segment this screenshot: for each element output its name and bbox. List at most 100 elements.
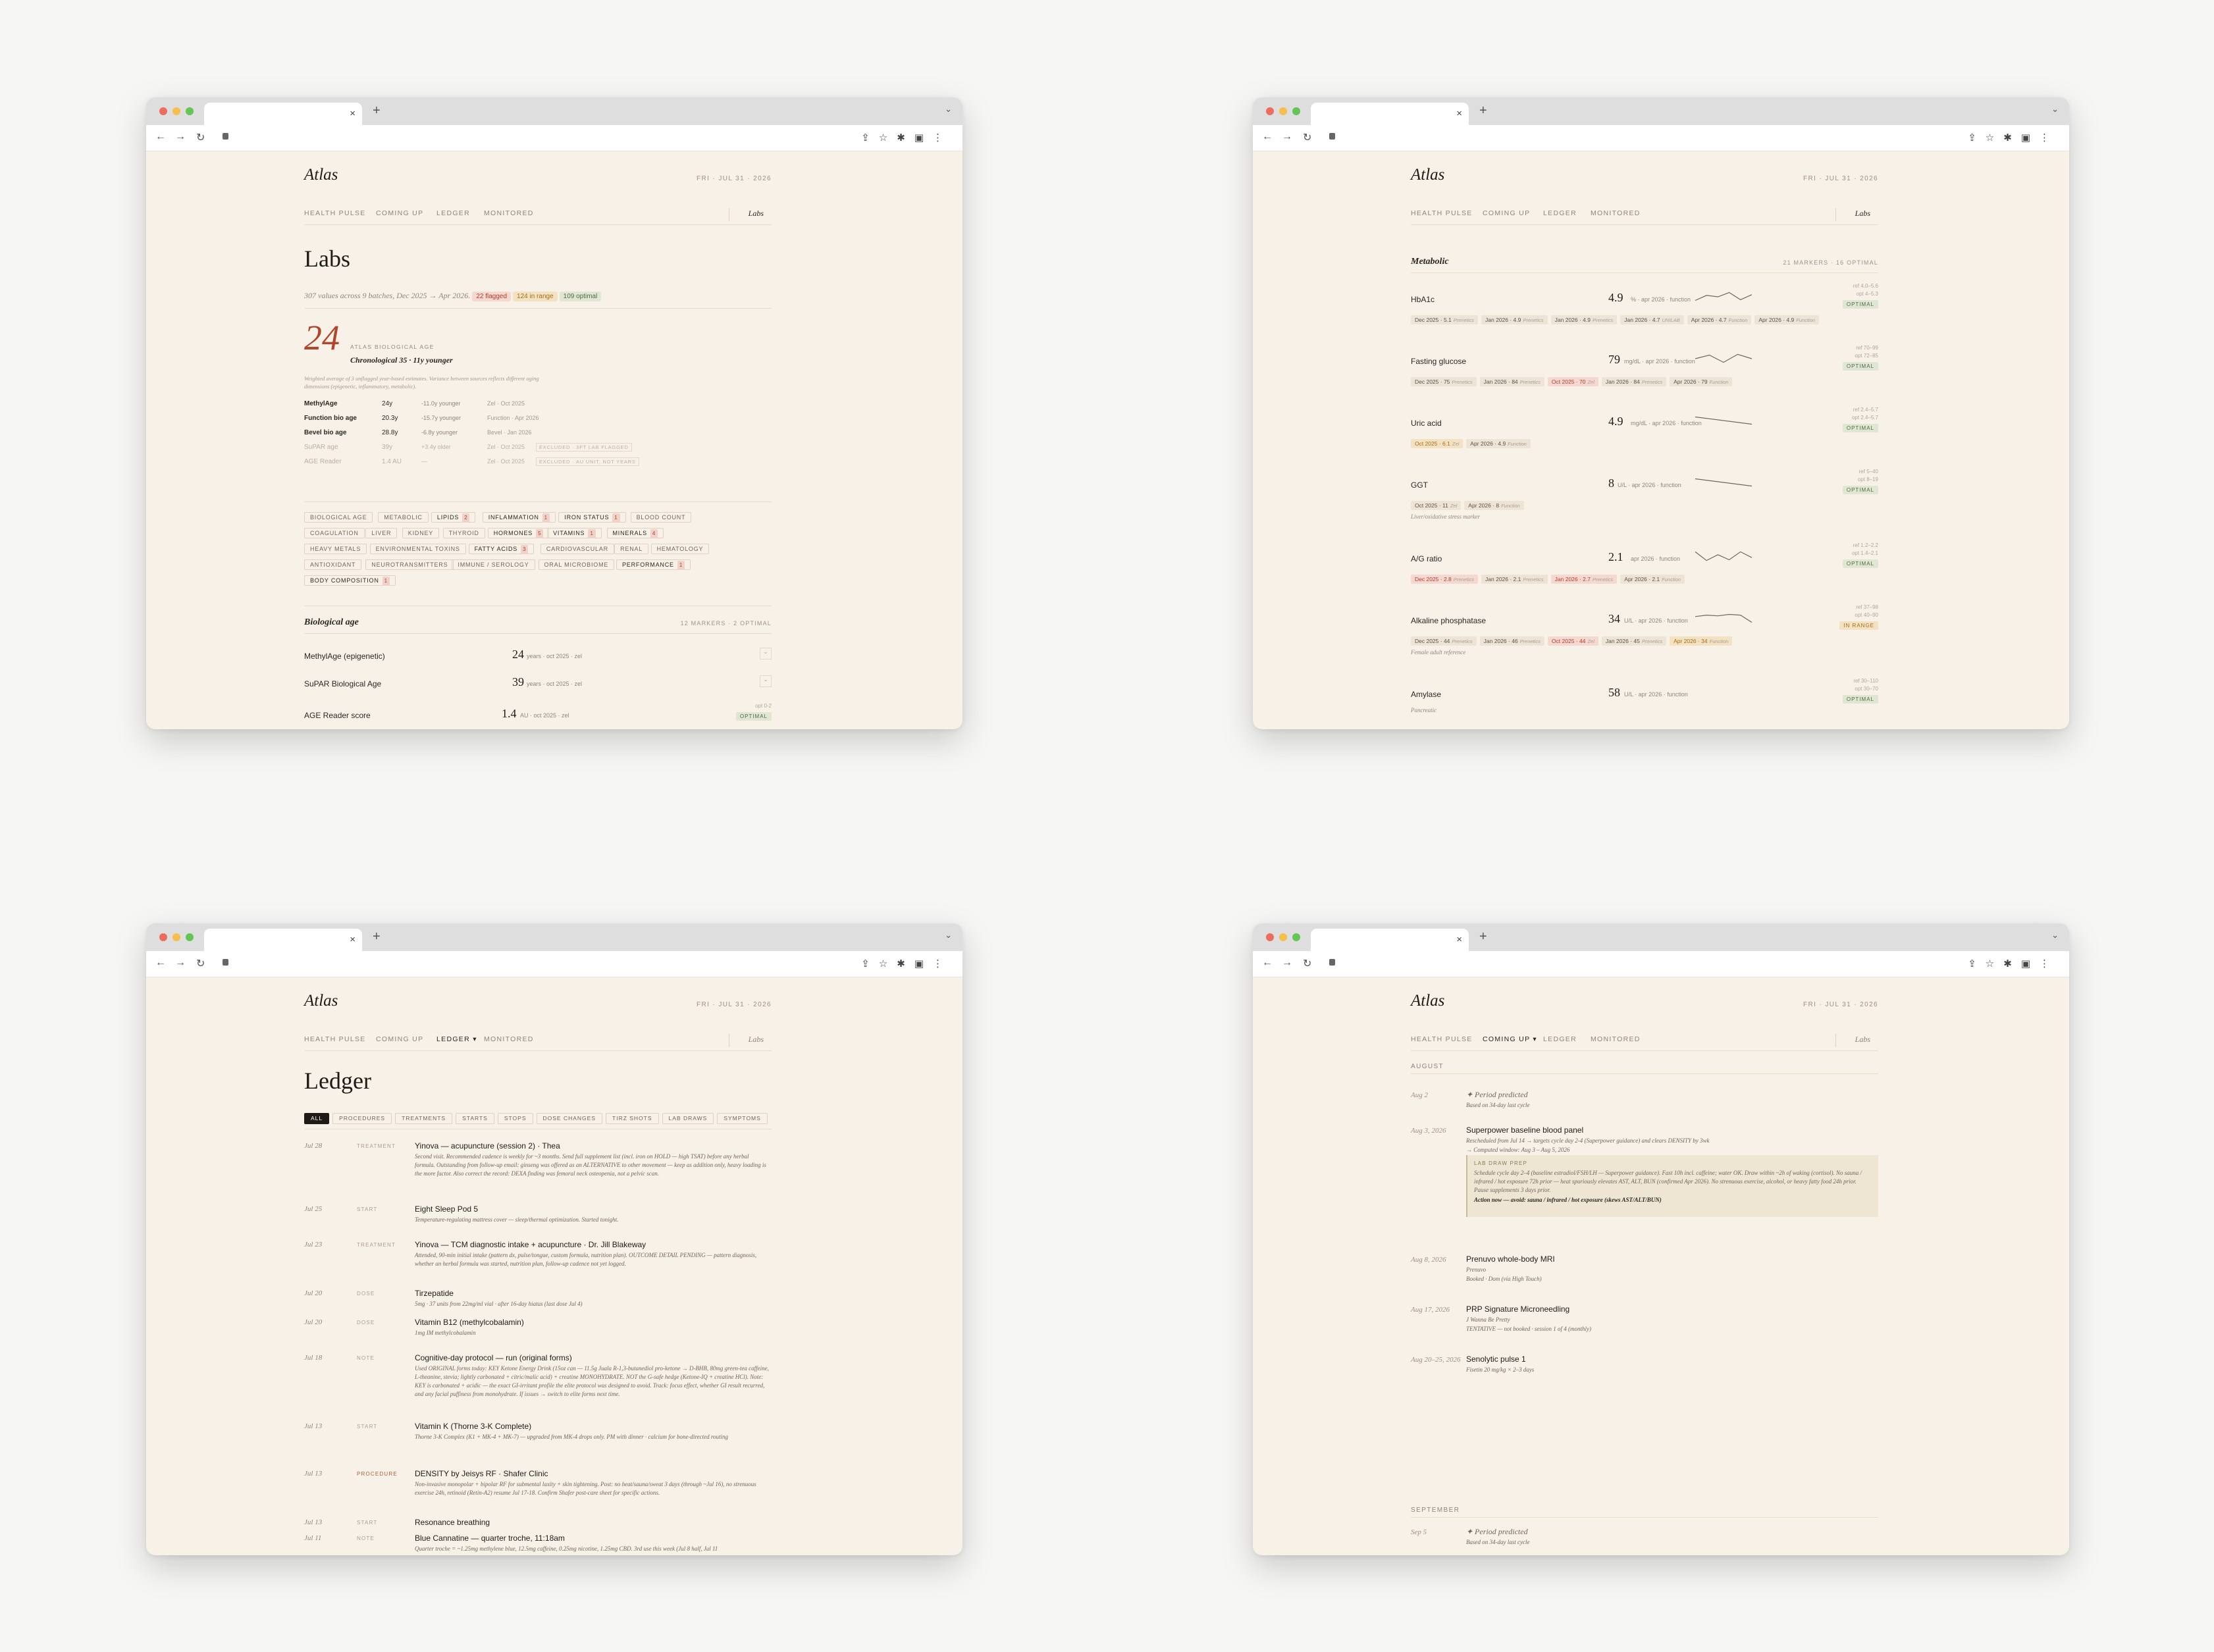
category-chip[interactable]: PERFORMANCE 1	[616, 559, 691, 570]
extension-icons[interactable]: ⇪☆✱▣⋮	[861, 958, 952, 969]
category-chip[interactable]: LIVER	[365, 528, 398, 538]
app-logo[interactable]: Atlas	[1411, 166, 1444, 184]
history-chip[interactable]: Jan 2026 · 45 Prenetics	[1601, 636, 1667, 646]
reload-icon[interactable]: ↻	[1303, 131, 1311, 144]
nav-ledger-active[interactable]: LEDGER ▾	[436, 1035, 477, 1043]
filter-dose-changes[interactable]: DOSE CHANGES	[536, 1113, 603, 1124]
nav-coming-up[interactable]: COMING UP	[1483, 209, 1530, 217]
history-chip[interactable]: Dec 2025 · 5.1 Prenetics	[1411, 315, 1479, 324]
category-chip[interactable]: INFLAMMATION 1	[482, 512, 556, 523]
history-chip[interactable]: Apr 2026 · 34 Function	[1670, 636, 1733, 646]
marker-row[interactable]: AGE Reader score 1.4 AU · oct 2025 · zel op…	[304, 703, 772, 725]
category-chip[interactable]: ANTIOXIDANT	[304, 559, 362, 570]
close-tab-icon[interactable]: ×	[350, 934, 356, 945]
close-tab-icon[interactable]: ×	[1456, 108, 1462, 119]
nav-monitored[interactable]: MONITORED	[1591, 1035, 1641, 1043]
app-logo[interactable]: Atlas	[304, 166, 338, 184]
browser-tab[interactable]: ×	[204, 103, 362, 125]
optimal-badge[interactable]: 109 optimal	[559, 292, 602, 301]
history-chip[interactable]: Oct 2025 · 6.1 Zel	[1411, 439, 1463, 448]
nav-labs[interactable]: Labs	[1855, 1035, 1870, 1045]
forward-icon[interactable]: →	[1282, 957, 1292, 969]
marker-row[interactable]: HbA1c 4.9 % · apr 2026 · function ref 4.0–5…	[1411, 283, 1878, 341]
marker-row[interactable]: MethylAge (epigenetic) 24 years · oct 2025…	[304, 646, 772, 666]
tab-menu-icon[interactable]: ⌄	[2051, 104, 2059, 115]
browser-tab[interactable]: ×	[204, 929, 362, 951]
nav-coming-up[interactable]: COMING UP	[376, 209, 423, 217]
filter-lab-draws[interactable]: LAB DRAWS	[662, 1113, 714, 1124]
minimize-window-button[interactable]	[172, 107, 180, 115]
history-chip[interactable]: Apr 2026 · 79 Function	[1670, 377, 1733, 386]
close-window-button[interactable]	[159, 933, 167, 941]
nav-ledger[interactable]: LEDGER	[1543, 1035, 1577, 1043]
history-chip[interactable]: Jan 2026 · 4.9 Prenetics	[1481, 315, 1548, 324]
nav-health-pulse[interactable]: HEALTH PULSE	[1411, 209, 1473, 217]
history-chip[interactable]: Jan 2026 · 2.1 Prenetics	[1481, 575, 1548, 584]
category-chip[interactable]: CARDIOVASCULAR	[540, 544, 614, 554]
browser-tab[interactable]: ×	[1311, 103, 1469, 125]
expand-icon[interactable]: ⌄	[760, 675, 772, 687]
ledger-entry[interactable]: Jul 23 TREATMENT Yinova — TCM diagnostic i…	[304, 1240, 772, 1267]
event-row[interactable]: Sep 5 ✦ Period predicted Based on 34-day l…	[1411, 1527, 1878, 1545]
history-chip[interactable]: Jan 2026 · 2.7 Prenetics	[1550, 575, 1618, 584]
maximize-window-button[interactable]	[1292, 933, 1300, 941]
nav-health-pulse[interactable]: HEALTH PULSE	[304, 209, 366, 217]
reload-icon[interactable]: ↻	[1303, 957, 1311, 970]
ledger-entry[interactable]: Jul 11 NOTE Blue Cannatine — quarter troch…	[304, 1534, 772, 1552]
new-tab-icon[interactable]: +	[373, 103, 381, 118]
category-chip[interactable]: LIPIDS 2	[431, 512, 476, 523]
ledger-entry[interactable]: Jul 18 NOTE Cognitive-day protocol — run (…	[304, 1353, 772, 1397]
new-tab-icon[interactable]: +	[373, 929, 381, 944]
nav-monitored[interactable]: MONITORED	[1591, 209, 1641, 217]
marker-row[interactable]: SuPAR Biological Age 39 years · oct 2025 ·…	[304, 674, 772, 694]
nav-labs[interactable]: Labs	[1855, 209, 1870, 219]
back-icon[interactable]: ←	[155, 957, 166, 969]
category-chip[interactable]: KIDNEY	[402, 528, 440, 538]
reload-icon[interactable]: ↻	[196, 957, 205, 970]
history-chip[interactable]: Apr 2026 · 4.9 Function	[1466, 439, 1531, 448]
bio-source-row[interactable]: SuPAR age 39y +3.4y older Zel · Oct 2025 EXC…	[304, 443, 772, 454]
back-icon[interactable]: ←	[155, 131, 166, 143]
history-chip[interactable]: Dec 2025 · 44 Prenetics	[1411, 636, 1477, 646]
filter-all[interactable]: ALL	[304, 1113, 330, 1124]
nav-health-pulse[interactable]: HEALTH PULSE	[304, 1035, 366, 1043]
browser-tab[interactable]: ×	[1311, 929, 1469, 951]
category-chip[interactable]: HEMATOLOGY	[650, 544, 710, 554]
forward-icon[interactable]: →	[175, 957, 186, 969]
history-chip[interactable]: Oct 2025 · 70 Zel	[1547, 377, 1598, 386]
nav-coming-up-active[interactable]: COMING UP ▾	[1483, 1035, 1537, 1043]
event-row[interactable]: Aug 3, 2026 Superpower baseline blood pan…	[1411, 1125, 1878, 1153]
maximize-window-button[interactable]	[186, 933, 194, 941]
close-window-button[interactable]	[1266, 107, 1274, 115]
nav-ledger[interactable]: LEDGER	[436, 209, 470, 217]
nav-monitored[interactable]: MONITORED	[484, 1035, 534, 1043]
minimize-window-button[interactable]	[1279, 107, 1287, 115]
ledger-entry[interactable]: Jul 13 START Resonance breathing	[304, 1518, 772, 1532]
category-chip[interactable]: FATTY ACIDS 3	[468, 544, 535, 554]
history-chip[interactable]: Jan 2026 · 84 Prenetics	[1601, 377, 1667, 386]
marker-row[interactable]: A/G ratio 2.1 apr 2026 · function ref 1.2–2…	[1411, 542, 1878, 600]
category-chip[interactable]: THYROID	[442, 528, 485, 538]
filter-stops[interactable]: STOPS	[497, 1113, 533, 1124]
app-logo[interactable]: Atlas	[304, 992, 338, 1010]
history-chip[interactable]: Jan 2026 · 84 Prenetics	[1479, 377, 1544, 386]
maximize-window-button[interactable]	[186, 107, 194, 115]
ledger-entry[interactable]: Jul 13 START Vitamin K (Thorne 3-K Complet…	[304, 1422, 772, 1440]
marker-row[interactable]: GGT 8 U/L · apr 2026 · function ref 5–40 opt…	[1411, 469, 1878, 527]
marker-row[interactable]: Fasting glucose 79 mg/dL · apr 2026 · func…	[1411, 345, 1878, 403]
extension-icons[interactable]: ⇪☆✱▣⋮	[861, 132, 952, 143]
filter-treatments[interactable]: TREATMENTS	[395, 1113, 453, 1124]
ledger-entry[interactable]: Jul 20 DOSE Vitamin B12 (methylcobalamin) 1…	[304, 1318, 772, 1336]
nav-labs[interactable]: Labs	[749, 209, 764, 219]
forward-icon[interactable]: →	[1282, 131, 1292, 143]
marker-row[interactable]: Uric acid 4.9 mg/dL · apr 2026 · function r…	[1411, 407, 1878, 465]
new-tab-icon[interactable]: +	[1479, 929, 1487, 944]
category-chip[interactable]: RENAL	[614, 544, 649, 554]
extension-icons[interactable]: ⇪☆✱▣⋮	[1968, 958, 2059, 969]
history-chip[interactable]: Apr 2026 · 4.9 Function	[1754, 315, 1820, 324]
app-logo[interactable]: Atlas	[1411, 992, 1444, 1010]
category-chip[interactable]: NEUROTRANSMITTERS	[365, 559, 454, 570]
back-icon[interactable]: ←	[1262, 131, 1273, 143]
category-chip[interactable]: VITAMINS 1	[547, 528, 602, 538]
history-chip[interactable]: Oct 2025 · 11 Zel	[1411, 501, 1462, 510]
